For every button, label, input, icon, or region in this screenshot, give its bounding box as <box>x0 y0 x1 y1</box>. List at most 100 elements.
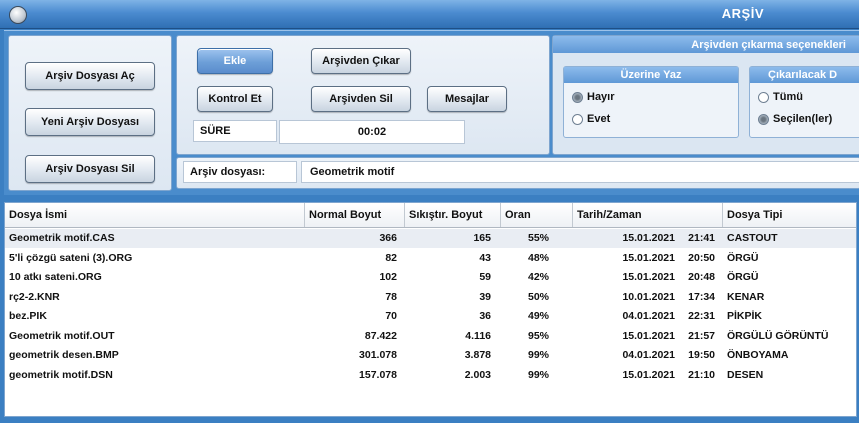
cell-date: 15.01.2021 <box>622 271 675 283</box>
radio-selected-icon <box>758 113 769 125</box>
archive-file-row: Arşiv dosyası: Geometrik motif <box>176 157 859 189</box>
check-button[interactable]: Kontrol Et <box>197 86 273 112</box>
cell-type: ÖRGÜLÜ GÖRÜNTÜ <box>727 329 829 342</box>
cell-compressed: 39 <box>479 290 491 303</box>
cell-compressed: 3.878 <box>464 349 491 361</box>
cell-compressed: 2.003 <box>464 368 491 381</box>
cell-ratio: 99% <box>527 368 549 381</box>
title-bar: ARŞİV <box>0 0 859 29</box>
cell-ratio: 95% <box>527 329 549 342</box>
cell-time: 21:41 <box>688 232 715 244</box>
cell-ratio: 55% <box>527 232 549 244</box>
cell-date: 15.01.2021 <box>622 232 675 244</box>
table-row[interactable]: 10 atkı sateni.ORG 102 59 42% 15.01.2021 20:4… <box>5 268 856 287</box>
overwrite-no-label: Hayır <box>587 91 615 103</box>
extract-all-label: Tümü <box>773 91 803 103</box>
overwrite-yes-radio[interactable]: Evet <box>572 113 610 125</box>
cell-compressed: 36 <box>479 310 491 322</box>
open-archive-button[interactable]: Arşiv Dosyası Aç <box>25 62 155 90</box>
new-archive-button[interactable]: Yeni Arşiv Dosyası <box>25 108 155 136</box>
column-header-ratio[interactable]: Oran <box>501 203 573 227</box>
table-row[interactable]: 5'li çözgü sateni (3).ORG 82 43 48% 15.01.20… <box>5 249 856 268</box>
cell-normal: 157.078 <box>359 368 397 381</box>
cell-date: 04.01.2021 <box>622 310 675 322</box>
radio-selected-icon <box>572 91 583 103</box>
cell-name: 5'li çözgü sateni (3).ORG <box>9 251 133 264</box>
cell-name: rç2-2.KNR <box>9 290 60 303</box>
table-header: Dosya İsmi Normal Boyut Sıkıştır. Boyut … <box>5 203 856 228</box>
cell-type: DESEN <box>727 368 764 381</box>
cell-normal: 70 <box>385 310 397 322</box>
cell-type: ÖRGÜ <box>727 271 759 283</box>
cell-normal: 87.422 <box>364 329 397 342</box>
archive-file-table: Dosya İsmi Normal Boyut Sıkıştır. Boyut … <box>4 202 857 417</box>
cell-type: CASTOUT <box>727 232 778 244</box>
cell-normal: 102 <box>379 271 397 283</box>
cell-compressed: 59 <box>479 271 491 283</box>
delete-archive-label: Arşiv Dosyası Sil <box>45 163 135 175</box>
cell-normal: 78 <box>385 290 397 303</box>
cell-normal: 366 <box>379 232 397 244</box>
cell-name: Geometrik motif.CAS <box>9 232 115 244</box>
cell-time: 22:31 <box>688 310 715 322</box>
archive-window: ARŞİV Arşiv Dosyası Aç Yeni Arşiv Dosyas… <box>0 0 859 423</box>
table-row[interactable]: geometrik desen.BMP 301.078 3.878 99% 04.01.… <box>5 346 856 365</box>
archive-file-field[interactable]: Geometrik motif <box>301 161 859 183</box>
cell-time: 21:10 <box>688 368 715 381</box>
table-row[interactable]: Geometrik motif.CAS 366 165 55% 15.01.2021 21… <box>5 229 856 248</box>
overwrite-no-radio[interactable]: Hayır <box>572 91 615 103</box>
cell-ratio: 99% <box>527 349 549 361</box>
cell-compressed: 43 <box>479 251 491 264</box>
cell-normal: 301.078 <box>359 349 397 361</box>
remove-from-archive-button[interactable]: Arşivden Çıkar <box>311 48 411 74</box>
column-header-date[interactable]: Tarih/Zaman <box>573 203 723 227</box>
cell-ratio: 50% <box>527 290 549 303</box>
extract-selected-radio[interactable]: Seçilen(ler) <box>758 113 832 125</box>
extract-target-title: Çıkarılacak D <box>750 67 859 83</box>
column-header-normal-size[interactable]: Normal Boyut <box>305 203 405 227</box>
add-label: Ekle <box>223 55 247 67</box>
check-label: Kontrol Et <box>208 93 262 105</box>
extract-selected-label: Seçilen(ler) <box>773 113 833 125</box>
cell-compressed: 165 <box>473 232 491 244</box>
cell-time: 20:48 <box>688 271 715 283</box>
extract-all-radio[interactable]: Tümü <box>758 91 803 103</box>
table-row[interactable]: bez.PIK 70 36 49% 04.01.2021 22:31 PİKPİK <box>5 307 856 326</box>
open-archive-label: Arşiv Dosyası Aç <box>45 70 135 82</box>
messages-button[interactable]: Mesajlar <box>427 86 507 112</box>
cell-ratio: 42% <box>527 271 549 283</box>
cell-date: 15.01.2021 <box>622 329 675 342</box>
cell-compressed: 4.116 <box>465 329 491 342</box>
cell-date: 15.01.2021 <box>622 368 675 381</box>
column-header-name[interactable]: Dosya İsmi <box>5 203 305 227</box>
duration-value: 00:02 <box>357 126 387 138</box>
delete-from-archive-button[interactable]: Arşivden Sil <box>311 86 411 112</box>
table-row[interactable]: Geometrik motif.OUT 87.422 4.116 95% 15.01.2… <box>5 327 856 346</box>
new-archive-label: Yeni Arşiv Dosyası <box>40 116 140 128</box>
duration-label: SÜRE <box>200 125 231 137</box>
cell-name: 10 atkı sateni.ORG <box>9 271 102 283</box>
cell-time: 20:50 <box>688 251 715 264</box>
cell-name: geometrik desen.BMP <box>9 349 119 361</box>
extract-options-title: Arşivden çıkarma seçenekleri <box>553 36 859 53</box>
column-header-compressed-size[interactable]: Sıkıştır. Boyut <box>405 203 501 227</box>
radio-unselected-icon <box>758 91 769 103</box>
overwrite-yes-label: Evet <box>587 113 611 125</box>
table-row[interactable]: rç2-2.KNR 78 39 50% 10.01.2021 17:34 KENAR <box>5 288 856 307</box>
archive-file-label: Arşiv dosyası: <box>190 166 266 178</box>
delete-archive-button[interactable]: Arşiv Dosyası Sil <box>25 155 155 183</box>
table-row[interactable]: geometrik motif.DSN 157.078 2.003 99% 15.01.… <box>5 366 856 385</box>
archive-file-value: Geometrik motif <box>310 166 395 178</box>
duration-value-box: 00:02 <box>279 120 465 144</box>
archive-file-panel: Arşiv Dosyası Aç Yeni Arşiv Dosyası Arşi… <box>8 35 172 191</box>
archive-file-label-box: Arşiv dosyası: <box>183 161 297 183</box>
cell-date: 04.01.2021 <box>622 349 675 361</box>
extract-options-panel: Arşivden çıkarma seçenekleri Üzerine Yaz… <box>552 35 859 155</box>
actions-panel: Ekle Arşivden Çıkar Kontrol Et Arşivden … <box>176 35 550 155</box>
cell-normal: 82 <box>385 251 397 264</box>
column-header-type[interactable]: Dosya Tipi <box>723 203 856 227</box>
cell-time: 19:50 <box>688 349 715 361</box>
cell-type: PİKPİK <box>727 310 763 322</box>
add-button[interactable]: Ekle <box>197 48 273 74</box>
duration-label-box: SÜRE <box>193 120 277 142</box>
